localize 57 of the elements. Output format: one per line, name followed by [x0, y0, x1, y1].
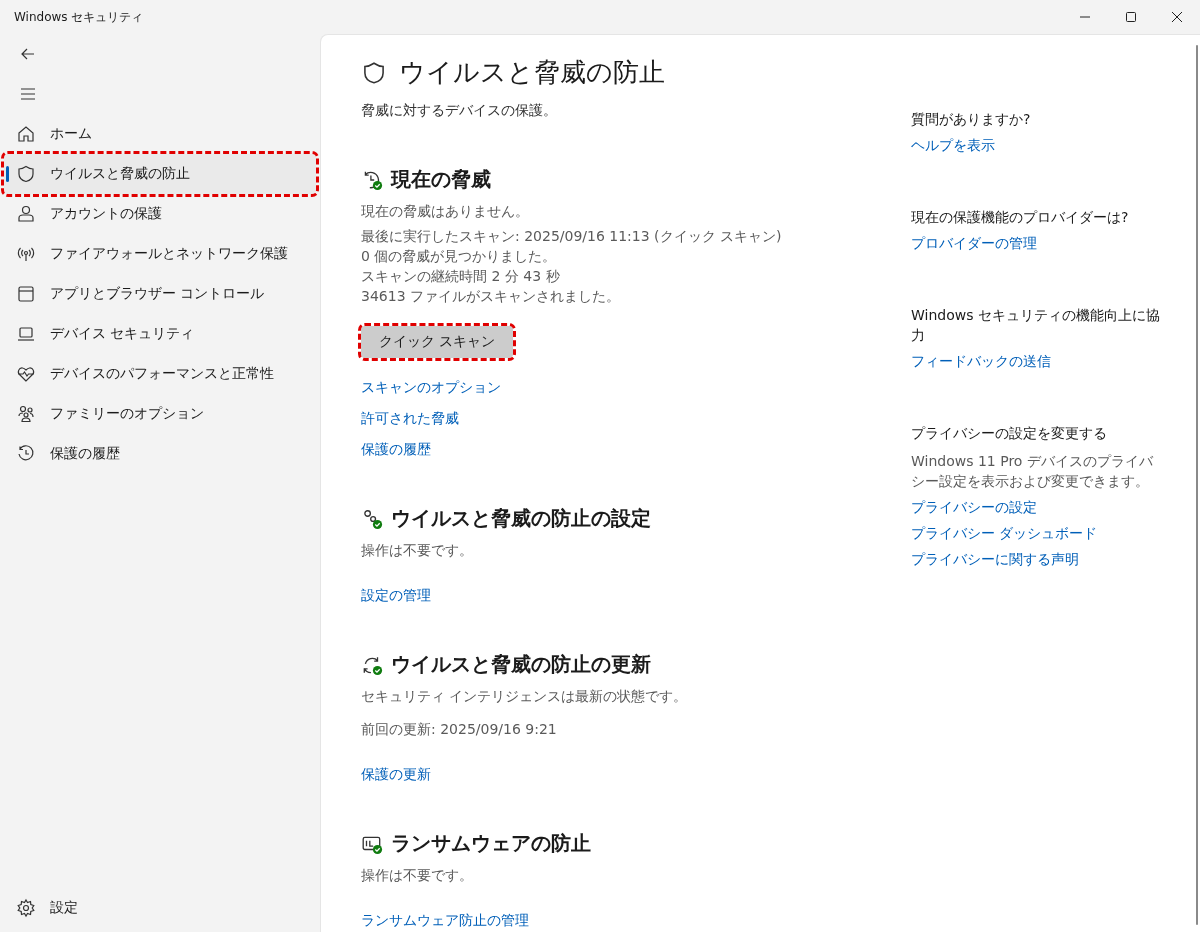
laptop-icon — [16, 324, 36, 344]
sidebar-item[interactable]: ホーム — [4, 114, 316, 154]
aside-text: Windows 11 Pro デバイスのプライバシー設定を表示および変更できます。 — [911, 452, 1154, 491]
link[interactable]: フィードバックの送信 — [911, 353, 1051, 371]
status-text: 現在の脅威はありません。 — [361, 203, 530, 221]
window-title: Windows セキュリティ — [14, 8, 145, 26]
status-text: 操作は不要です。 — [361, 867, 474, 885]
aside-heading: プライバシーの設定を変更する — [911, 424, 1108, 443]
aside-heading: 質問がありますか? — [911, 110, 1032, 129]
link[interactable]: 設定の管理 — [361, 587, 431, 605]
link[interactable]: プライバシーに関する声明 — [911, 551, 1079, 569]
menu-icon — [20, 86, 36, 102]
sidebar-item[interactable]: 保護の履歴 — [4, 434, 316, 474]
detail-text: 前回の更新: 2025/09/16 9:21 — [361, 720, 558, 739]
app-window-icon — [16, 284, 36, 304]
quick-scan-button[interactable]: クイック スキャン — [361, 326, 514, 358]
aside-heading: Windows セキュリティの機能向上に協力 — [911, 306, 1161, 345]
status-text: セキュリティ インテリジェンスは最新の状態です。 — [361, 688, 689, 706]
person-icon — [16, 204, 36, 224]
maximize-icon — [1126, 12, 1136, 22]
detail-text: 34613 ファイルがスキャンされました。 — [361, 287, 621, 306]
settings-icon — [16, 898, 36, 918]
home-icon — [16, 124, 36, 144]
detail-text: スキャンの継続時間 2 分 43 秒 — [361, 267, 561, 286]
sidebar-item[interactable]: ウイルスと脅威の防止 — [4, 154, 316, 194]
close-icon — [1172, 12, 1182, 22]
section-title: ウイルスと脅威の防止の設定 — [391, 505, 651, 532]
sidebar-item[interactable]: デバイスのパフォーマンスと正常性 — [4, 354, 316, 394]
section-title: ウイルスと脅威の防止の更新 — [391, 651, 651, 678]
link[interactable]: プロバイダーの管理 — [911, 235, 1037, 253]
family-icon — [16, 404, 36, 424]
sidebar-item[interactable]: デバイス セキュリティ — [4, 314, 316, 354]
scrollbar[interactable] — [1196, 45, 1198, 925]
link[interactable]: プライバシー ダッシュボード — [911, 525, 1098, 543]
sidebar-item[interactable]: アカウントの保護 — [4, 194, 316, 234]
link[interactable]: ランサムウェア防止の管理 — [361, 912, 529, 930]
settings-item[interactable]: 設定 — [4, 888, 316, 928]
heart-pulse-icon — [16, 364, 36, 384]
detail-text: 最後に実行したスキャン: 2025/09/16 11:13 (クイック スキャン) — [361, 227, 783, 246]
status-text: 操作は不要です。 — [361, 542, 474, 560]
link[interactable]: 保護の更新 — [361, 766, 431, 784]
link[interactable]: スキャンのオプション — [361, 379, 501, 397]
aside-heading: 現在の保護機能のプロバイダーは? — [911, 208, 1130, 227]
link[interactable]: プライバシーの設定 — [911, 499, 1037, 517]
page-title: ウイルスと脅威の防止 — [399, 56, 665, 89]
back-arrow-icon — [20, 46, 36, 62]
sidebar-item[interactable]: アプリとブラウザー コントロール — [4, 274, 316, 314]
shield-icon — [16, 164, 36, 184]
section-title: ランサムウェアの防止 — [391, 830, 591, 857]
sidebar-item[interactable]: ファイアウォールとネットワーク保護 — [4, 234, 316, 274]
sidebar-item[interactable]: ファミリーのオプション — [4, 394, 316, 434]
link[interactable]: 保護の履歴 — [361, 441, 431, 459]
section-title: 現在の脅威 — [391, 166, 491, 193]
link[interactable]: 許可された脅威 — [361, 410, 459, 428]
link[interactable]: ヘルプを表示 — [911, 137, 995, 155]
page-subtitle: 脅威に対するデバイスの保護。 — [361, 102, 558, 120]
detail-text: 0 個の脅威が見つかりました。 — [361, 247, 558, 266]
